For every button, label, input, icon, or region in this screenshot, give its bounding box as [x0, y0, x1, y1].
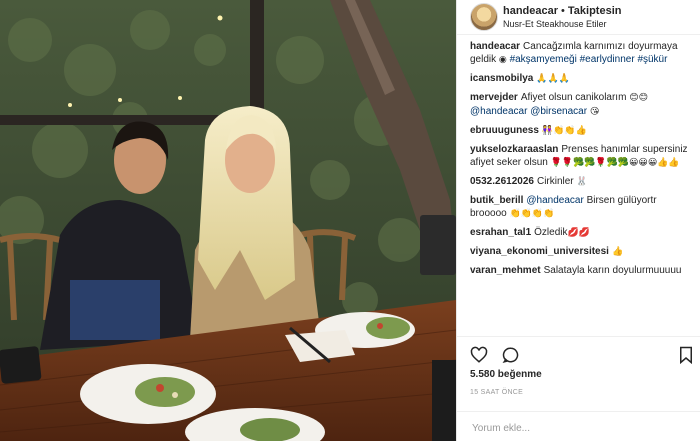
comment-form [457, 411, 700, 442]
comment-username[interactable]: icansmobilya [470, 73, 533, 84]
avatar[interactable] [470, 3, 498, 31]
comment-emoji: 😘 [589, 107, 600, 117]
post-photo[interactable] [0, 0, 456, 441]
post-header: handeacar • Takiptesin Nusr-Et Steakhouse … [457, 0, 700, 35]
comment-item: viyana_ekonomi_universitesi 👍 [470, 245, 692, 259]
comment-item: 0532.2612026 Cirkinler 🐰 [470, 175, 692, 189]
comment-item: varan_mehmet Salatayla karın doyulurmuuuu… [470, 264, 692, 277]
post-sidebar: handeacar • Takiptesin Nusr-Et Steakhouse … [456, 0, 700, 441]
heart-icon[interactable] [470, 346, 488, 364]
header-user-line: handeacar • Takiptesin [503, 5, 621, 17]
header-username[interactable]: handeacar [503, 5, 558, 17]
comment-username[interactable]: butik_berill [470, 195, 523, 206]
comment-input[interactable] [470, 418, 684, 438]
comment-text: Afiyet olsun canikolarım [520, 92, 627, 103]
comment-username[interactable]: mervejder [470, 92, 518, 103]
likes-count[interactable]: 5.580 beğenme [470, 369, 542, 380]
comment-emoji: 👏👏👏👏 [509, 209, 555, 219]
caption: handeacar Cancağzımla karnımızı doyurmaya… [470, 40, 692, 67]
comment-emoji: 😊😊 [629, 93, 648, 103]
hashtag-link[interactable]: #şükür [637, 54, 667, 65]
comment-emoji: 💋💋 [567, 228, 590, 238]
caption-username[interactable]: handeacar [470, 41, 520, 52]
comment-item: butik_berill @handeacar Birsen gülüyortr … [470, 194, 692, 221]
header-separator: • [561, 5, 565, 17]
comment-username[interactable]: 0532.2612026 [470, 176, 534, 187]
comment-username[interactable]: viyana_ekonomi_universitesi [470, 246, 609, 257]
bookmark-icon[interactable] [677, 346, 695, 364]
comment-emoji: 🙏🙏🙏 [536, 74, 570, 84]
photo-illustration [0, 0, 456, 441]
comment-username[interactable]: ebruuuguness [470, 125, 539, 136]
comments-list: handeacar Cancağzımla karnımızı doyurmaya… [470, 40, 692, 282]
mention-link[interactable]: @handeacar [526, 195, 583, 206]
mention-link[interactable]: @handeacar [470, 106, 527, 117]
comment-item: yukselozkaraaslan Prenses hanımlar supers… [470, 143, 692, 170]
comment-emoji: 🌹🌹🥦🥦🌹🥦🥦😀😀😀👍👍 [550, 158, 680, 168]
comment-item: mervejder Afiyet olsun canikolarım 😊😊 @ha… [470, 91, 692, 119]
comment-icon[interactable] [502, 346, 520, 364]
comment-username[interactable]: varan_mehmet [470, 265, 541, 276]
location-link[interactable]: Nusr-Et Steakhouse Etiler [503, 19, 607, 29]
comment-username[interactable]: yukselozkaraaslan [470, 144, 558, 155]
caption-emoji: ◉ [498, 55, 507, 65]
comment-item: ebruuuguness 👭👏👏👍 [470, 124, 692, 138]
timestamp[interactable]: 15 SAAT ÖNCE [470, 389, 523, 396]
comment-username[interactable]: esrahan_tal1 [470, 227, 531, 238]
mention-link[interactable]: @birsenacar [530, 106, 587, 117]
hashtag-link[interactable]: #akşamyemeği [510, 54, 577, 65]
follow-status-button[interactable]: Takiptesin [568, 5, 622, 17]
comment-emoji: 🐰 [576, 177, 588, 187]
comment-emoji: 👭👏👏👍 [541, 126, 587, 136]
comment-text: Salatayla karın doyulurmuuuuu [543, 265, 682, 276]
comment-emoji: 👍 [611, 247, 624, 257]
comment-item: icansmobilya 🙏🙏🙏 [470, 72, 692, 86]
comment-text: Özledik [534, 227, 568, 238]
hashtag-link[interactable]: #earlydinner [580, 54, 635, 65]
comment-item: esrahan_tal1 Özledik💋💋 [470, 226, 692, 240]
comment-text: Cirkinler [536, 176, 574, 187]
